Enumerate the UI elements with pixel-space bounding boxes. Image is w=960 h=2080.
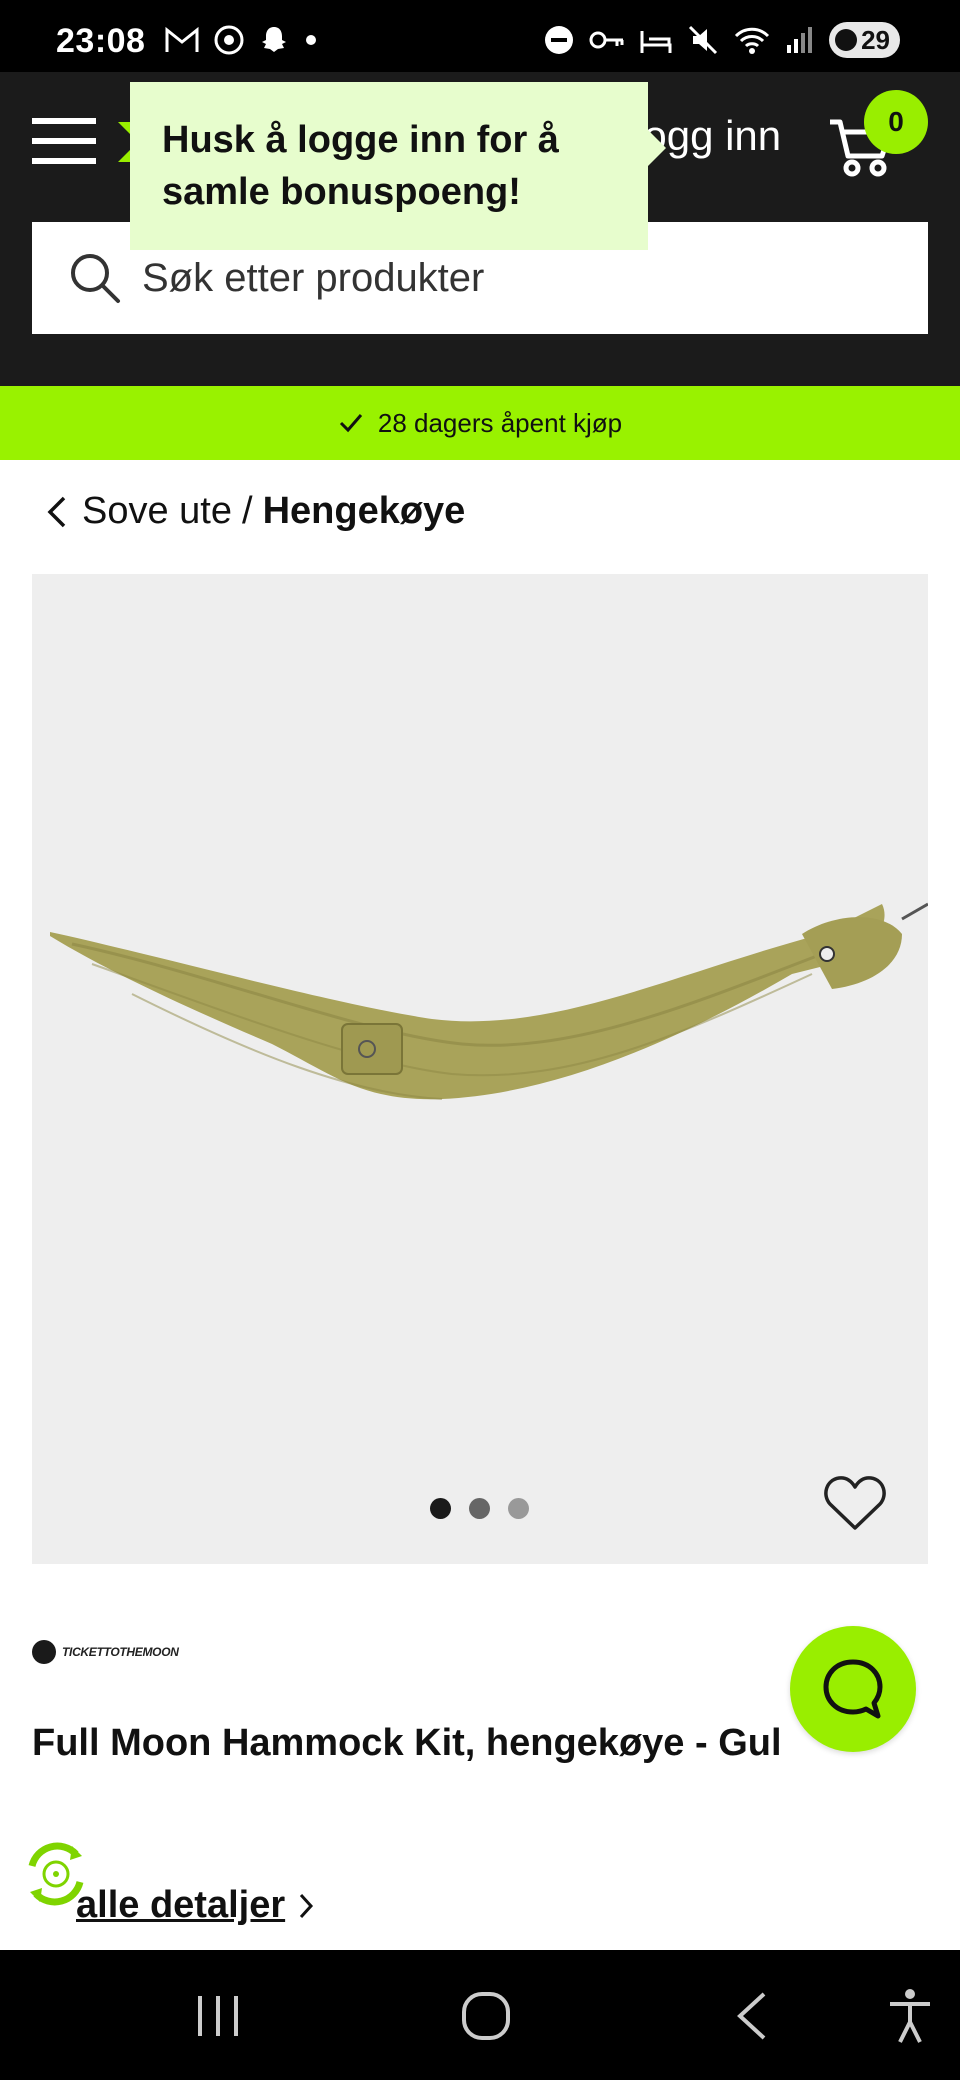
carousel-dot-3[interactable] bbox=[508, 1498, 529, 1519]
status-system-icons: 29 bbox=[543, 22, 900, 58]
recycle-badge-icon[interactable] bbox=[18, 1836, 94, 1912]
chevron-right-icon bbox=[300, 1893, 314, 1918]
chevron-left-icon[interactable] bbox=[44, 492, 70, 532]
login-reminder-tooltip: Husk å logge inn for å samle bonuspoeng! bbox=[130, 82, 666, 250]
breadcrumb: Sove ute / Hengekøye bbox=[44, 490, 465, 533]
breadcrumb-current: Hengekøye bbox=[262, 490, 466, 532]
all-details-link[interactable]: alle detaljer bbox=[76, 1884, 315, 1927]
chat-button[interactable] bbox=[790, 1626, 916, 1752]
carousel-dots[interactable] bbox=[430, 1498, 529, 1519]
chat-bubble-icon bbox=[823, 1659, 883, 1719]
mute-icon bbox=[689, 25, 718, 55]
breadcrumb-separator: / bbox=[242, 490, 253, 532]
tooltip-text: Husk å logge inn for å samle bonuspoeng! bbox=[162, 119, 559, 213]
brand-logo[interactable]: TICKETTOTHEMOON bbox=[32, 1640, 179, 1664]
usp-banner: 28 dagers åpent kjøp bbox=[0, 386, 960, 460]
home-icon[interactable] bbox=[456, 1986, 516, 2046]
brand-name: TICKETTOTHEMOON bbox=[62, 1645, 179, 1659]
heart-icon[interactable] bbox=[824, 1474, 886, 1532]
dnd-icon bbox=[545, 26, 574, 54]
product-image-gallery[interactable] bbox=[32, 574, 928, 1564]
sleep-icon bbox=[640, 31, 672, 53]
cart-count-badge[interactable]: 0 bbox=[864, 90, 928, 154]
wifi-icon bbox=[735, 27, 770, 54]
carousel-dot-2[interactable] bbox=[469, 1498, 490, 1519]
carousel-dot-1[interactable] bbox=[430, 1498, 451, 1519]
all-details-label: alle detaljer bbox=[76, 1884, 286, 1926]
checkmark-icon bbox=[339, 414, 362, 433]
breadcrumb-parent-link[interactable]: Sove ute bbox=[82, 490, 232, 533]
usp-text: 28 dagers åpent kjøp bbox=[377, 407, 623, 438]
status-bar: 23:08 29 bbox=[0, 0, 960, 72]
search-icon bbox=[71, 254, 120, 303]
shazam-icon bbox=[214, 25, 244, 55]
android-nav-bar bbox=[0, 1950, 960, 2080]
product-title: Full Moon Hammock Kit, hengekøye - Gul bbox=[32, 1722, 782, 1764]
status-notification-icons bbox=[164, 24, 318, 56]
snapchat-icon bbox=[262, 27, 286, 52]
accessibility-icon[interactable] bbox=[880, 1986, 940, 2046]
signal-icon bbox=[787, 27, 813, 53]
hamburger-menu-icon[interactable] bbox=[32, 116, 96, 166]
recent-apps-icon[interactable] bbox=[188, 1986, 248, 2046]
battery-indicator: 29 bbox=[829, 22, 900, 58]
gmail-icon bbox=[165, 26, 199, 52]
back-icon[interactable] bbox=[724, 1986, 784, 2046]
battery-saver-icon bbox=[835, 29, 858, 51]
dot-icon bbox=[306, 35, 316, 45]
battery-level: 29 bbox=[861, 24, 890, 55]
status-time: 23:08 bbox=[56, 22, 146, 60]
moon-icon bbox=[32, 1640, 56, 1664]
search-input[interactable] bbox=[142, 255, 902, 301]
key-icon bbox=[589, 31, 624, 49]
hammock-product-image bbox=[50, 902, 928, 1100]
